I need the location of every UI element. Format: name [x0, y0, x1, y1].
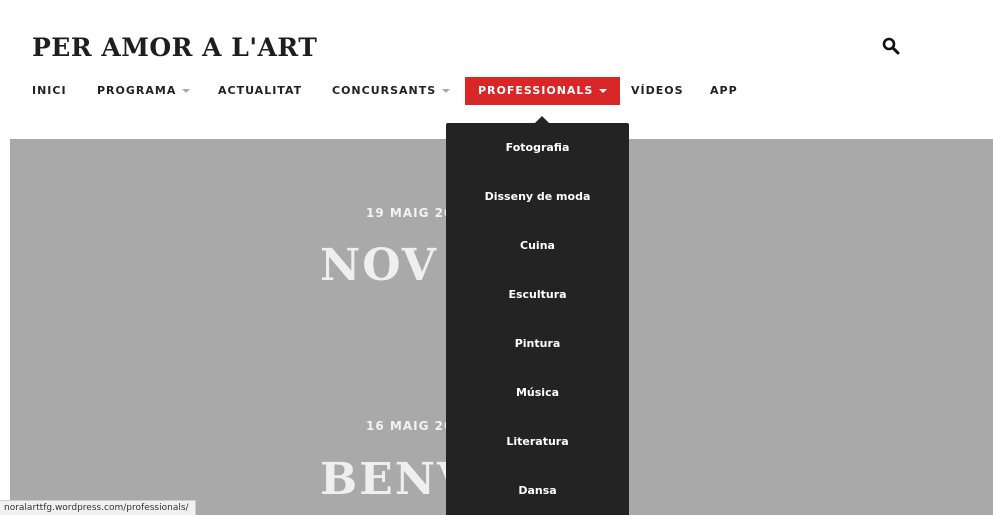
nav-item-programa[interactable]: PROGRAMA — [97, 77, 191, 105]
nav-item-app[interactable]: APP — [710, 77, 738, 105]
dropdown-pointer — [535, 116, 549, 123]
menu-item-cuina[interactable]: Cuina — [446, 232, 629, 260]
page: PER AMOR A L'ART INICI PROGRAMA ACTUALIT… — [0, 0, 993, 515]
nav-item-label: ACTUALITAT — [218, 84, 303, 97]
nav-item-inici[interactable]: INICI — [32, 77, 67, 105]
caret-down-icon — [182, 89, 191, 93]
nav-item-label: INICI — [32, 84, 67, 97]
nav-item-actualitat[interactable]: ACTUALITAT — [218, 77, 302, 105]
nav-item-videos[interactable]: VÍDEOS — [631, 77, 684, 105]
post-title[interactable]: NOV — [320, 240, 438, 291]
nav-item-label: CONCURSANTS — [332, 84, 437, 97]
menu-item-literatura[interactable]: Literatura — [446, 428, 629, 456]
browser-status-bar: noralarttfg.wordpress.com/professionals/ — [0, 500, 196, 515]
menu-item-dansa[interactable]: Dansa — [446, 477, 629, 505]
nav-item-label: PROGRAMA — [97, 84, 177, 97]
nav-item-label: PROFESSIONALS — [478, 84, 594, 97]
professionals-dropdown-menu: Fotografia Disseny de moda Cuina Escultu… — [446, 123, 629, 515]
caret-down-icon — [599, 89, 608, 93]
search-icon[interactable] — [882, 37, 900, 55]
menu-item-fotografia[interactable]: Fotografia — [446, 134, 629, 162]
main-navigation: INICI PROGRAMA ACTUALITAT CONCURSANTS PR… — [0, 77, 993, 105]
menu-item-musica[interactable]: Música — [446, 379, 629, 407]
nav-item-label: APP — [710, 84, 738, 97]
menu-item-pintura[interactable]: Pintura — [446, 330, 629, 358]
nav-item-label: VÍDEOS — [631, 84, 684, 97]
site-title[interactable]: PER AMOR A L'ART — [32, 32, 317, 64]
nav-item-professionals[interactable]: PROFESSIONALS — [465, 77, 621, 105]
nav-item-concursants[interactable]: CONCURSANTS — [332, 77, 451, 105]
caret-down-icon — [442, 89, 451, 93]
menu-item-escultura[interactable]: Escultura — [446, 281, 629, 309]
menu-item-disseny-de-moda[interactable]: Disseny de moda — [446, 183, 629, 211]
